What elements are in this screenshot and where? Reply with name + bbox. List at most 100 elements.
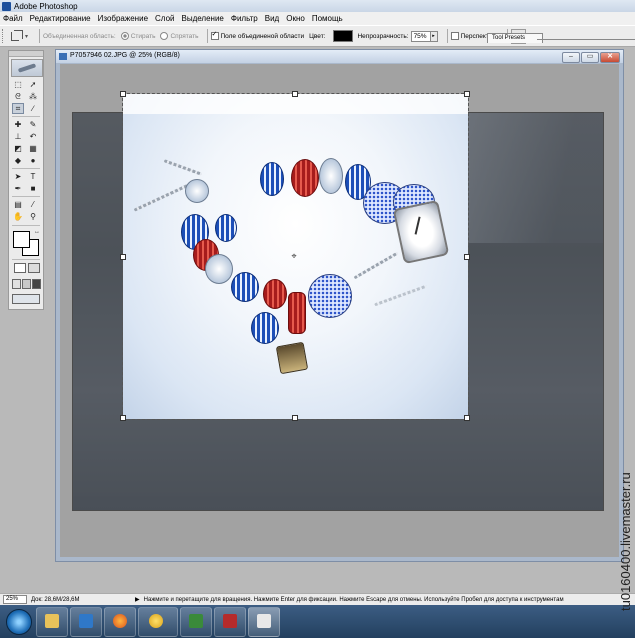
divider [39, 29, 40, 43]
shape-icon[interactable]: ■ [27, 183, 39, 194]
crop-handle-left[interactable] [120, 254, 126, 260]
document-icon [223, 614, 237, 628]
notes-icon[interactable]: ▤ [12, 199, 24, 210]
taskbar-firefox[interactable] [104, 607, 136, 637]
tab-tool-presets[interactable]: Tool Presets [487, 33, 543, 43]
divider [12, 225, 40, 226]
quick-mask-icon[interactable] [28, 263, 40, 273]
crop-handle-right[interactable] [464, 254, 470, 260]
gradient-icon[interactable]: ▦ [27, 143, 39, 154]
brush-icon[interactable]: ✎ [27, 119, 39, 130]
opacity-dropdown-button[interactable]: ▸ [430, 30, 438, 42]
crop-handle-bottom-left[interactable] [120, 415, 126, 421]
taskbar-explorer[interactable] [36, 607, 68, 637]
menu-edit[interactable]: Редактирование [26, 14, 94, 23]
photoshop-feather-icon[interactable] [11, 59, 43, 77]
taskbar-media-player[interactable] [70, 607, 102, 637]
menu-layer[interactable]: Слой [152, 14, 178, 23]
color-label: Цвет: [309, 32, 326, 40]
crop-handle-bottom[interactable] [292, 415, 298, 421]
blur-icon[interactable]: ◆ [12, 155, 24, 166]
close-button[interactable]: ✕ [600, 52, 620, 63]
minimize-button[interactable]: ‒ [562, 52, 580, 63]
menu-image[interactable]: Изображение [94, 14, 151, 23]
lasso-icon[interactable]: ᘓ [12, 91, 24, 102]
taskbar-app-red[interactable] [214, 607, 246, 637]
hide-label: Спрятать [170, 32, 199, 40]
crop-handle-top-left[interactable] [120, 91, 126, 97]
type-icon[interactable]: T [27, 171, 39, 182]
standard-mode-icon[interactable] [14, 263, 26, 273]
document-title: P7057946 02.JPG @ 25% (RGB/8) [70, 52, 180, 59]
crop-handle-top-right[interactable] [464, 91, 470, 97]
zoom-field[interactable]: 25% [3, 595, 27, 604]
toolbox-header[interactable] [9, 51, 43, 57]
marquee-icon[interactable]: ⬚ [12, 79, 24, 90]
shield-color-swatch[interactable] [333, 30, 354, 42]
pen-icon[interactable]: ✒ [12, 183, 24, 194]
taskbar-app-green[interactable] [180, 607, 212, 637]
menu-select[interactable]: Выделение [178, 14, 227, 23]
menu-filter[interactable]: Фильтр [227, 14, 261, 23]
crop-handle-bottom-right[interactable] [464, 415, 470, 421]
taskbar-messenger[interactable] [138, 607, 178, 637]
slice-icon[interactable]: ∕ [27, 103, 39, 114]
smiley-icon [149, 614, 163, 628]
radio-icon [120, 32, 129, 40]
erase-radio[interactable]: Стирать [120, 32, 155, 40]
document-title-bar[interactable]: P7057946 02.JPG @ 25% (RGB/8) ‒ ▭ ✕ [56, 50, 623, 63]
clone-stamp-icon[interactable]: ⊥ [12, 131, 24, 142]
menu-help[interactable]: Помощь [308, 14, 346, 23]
swap-colors-icon[interactable]: ↔ [31, 227, 43, 238]
document-icon [59, 53, 67, 60]
chevron-down-icon[interactable]: ▾ [25, 33, 30, 40]
magic-wand-icon[interactable]: ⁂ [27, 91, 39, 102]
crop-center-icon[interactable]: ⌖ [289, 251, 299, 261]
crop-bounding-box[interactable]: ⌖ [120, 91, 470, 421]
crop-icon[interactable]: ⌗ [12, 103, 24, 114]
options-grip[interactable] [2, 29, 6, 43]
folder-icon [45, 614, 59, 628]
checkbox-icon [210, 30, 219, 40]
status-bar: 25% Док: 28,6M/28,6M ▶ Нажмите и перетащ… [0, 593, 635, 605]
screen-mode-full-icon[interactable] [32, 279, 41, 289]
dodge-icon[interactable]: ● [27, 155, 39, 166]
firefox-icon [113, 614, 127, 628]
screen-mode-full-menu-icon[interactable] [22, 279, 31, 289]
menu-window[interactable]: Окно [283, 14, 309, 23]
play-icon[interactable]: ▶ [135, 596, 140, 603]
crop-handle-top[interactable] [292, 91, 298, 97]
status-hint: Нажмите и перетащите для вращения. Нажми… [143, 596, 564, 603]
eraser-icon[interactable]: ◩ [12, 143, 24, 154]
healing-brush-icon[interactable]: ✚ [12, 119, 24, 130]
doc-size[interactable]: Док: 28,6M/28,6M [31, 597, 131, 603]
maximize-button[interactable]: ▭ [581, 52, 599, 63]
start-button[interactable] [6, 609, 32, 635]
taskbar-photoshop[interactable] [248, 607, 280, 637]
combined-field-checkbox[interactable]: Поле объединеной области [210, 30, 304, 40]
menu-bar: Файл Редактирование Изображение Слой Выд… [0, 12, 635, 25]
hide-radio[interactable]: Спрятать [160, 32, 199, 40]
crop-tool-preset-icon[interactable] [9, 29, 23, 43]
divider [12, 196, 40, 197]
foreground-color[interactable] [13, 231, 30, 248]
zoom-icon[interactable]: ⚲ [27, 211, 39, 222]
photoshop-icon [2, 1, 11, 11]
menu-view[interactable]: Вид [261, 14, 282, 23]
toolbox: ⬚ ➚ ᘓ ⁂ ⌗ ∕ ✚ ✎ ⊥ ↶ ◩ ▦ ◆ ● ➤ T ✒ ■ ▤ ⁄ … [8, 50, 44, 310]
watermark: tu0160400.livemaster.ru [618, 472, 633, 611]
paint-icon [257, 614, 271, 628]
opacity-input[interactable]: 75% [410, 30, 431, 42]
divider [12, 116, 40, 117]
path-selection-icon[interactable]: ➤ [12, 171, 24, 182]
hand-icon[interactable]: ✋ [12, 211, 24, 222]
checkbox-icon [450, 32, 459, 40]
play-icon [79, 614, 93, 628]
history-brush-icon[interactable]: ↶ [27, 131, 39, 142]
move-icon[interactable]: ➚ [27, 79, 39, 90]
app-title: Adobe Photoshop [14, 1, 78, 11]
menu-file[interactable]: Файл [0, 14, 26, 23]
jump-to-imageready-icon[interactable] [12, 294, 40, 304]
screen-mode-standard-icon[interactable] [12, 279, 21, 289]
eyedropper-icon[interactable]: ⁄ [27, 199, 39, 210]
